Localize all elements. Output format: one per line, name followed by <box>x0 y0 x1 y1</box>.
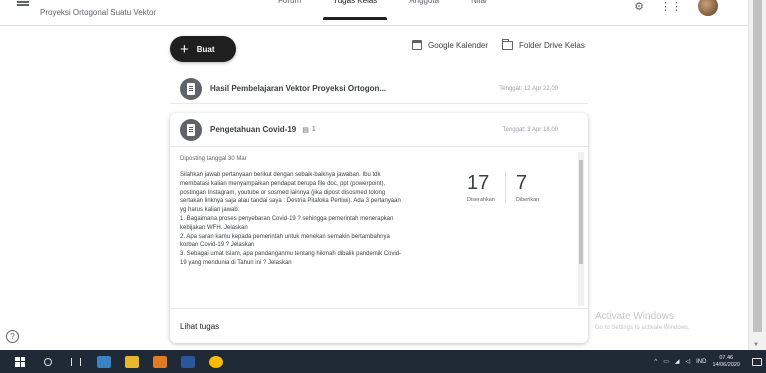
windows-logo-icon <box>15 356 25 367</box>
assigned-label: Diberikan <box>516 197 540 203</box>
turned-in-label: Diserahkan <box>467 197 495 203</box>
description-line: 3. Sebagai umat Islam, apa pandanganmu t… <box>180 251 402 258</box>
settings-icon[interactable]: ⚙ <box>634 0 644 13</box>
expanded-assignment-title: Pengetahuan Covid-19 <box>210 125 297 134</box>
system-tray: ^ ▭ ◢ ◁ IND 07.46 14/06/2020 <box>654 350 762 373</box>
assignment-item[interactable]: Hasil Pembelajaran Vektor Proyeksi Ortog… <box>170 74 588 104</box>
tab-forum[interactable]: Forum <box>262 0 317 20</box>
clock-date: 14/06/2020 <box>712 361 740 368</box>
description-line: korban Covid-19 ? Jelaskan <box>180 242 255 249</box>
tab-grades[interactable]: Nilai <box>455 0 503 20</box>
assignment-details: Diposting tanggal 30 Mar Silahkan jawab … <box>170 148 588 308</box>
top-navbar: Proyeksi Ortogonal Suatu Vektor Forum Tu… <box>0 0 748 26</box>
card-footer: Lihat tugas <box>170 308 588 343</box>
explorer-app-icon[interactable] <box>124 354 140 370</box>
description-line: yg harus kalian jawab: <box>180 207 240 214</box>
activate-windows-watermark: Activate Windows Go to Settings to activ… <box>595 311 690 331</box>
input-language[interactable]: IND <box>696 359 706 365</box>
description-line: postingan Instagram, youtube or sosmed l… <box>180 189 386 196</box>
expanded-assignment-due-date: Tenggat: 3 Apr 18.00 <box>502 126 558 133</box>
turned-in-count: 17 <box>467 172 490 194</box>
view-assignment-link[interactable]: Lihat tugas <box>180 322 219 331</box>
assignment-icon <box>180 77 202 100</box>
folder-icon <box>501 38 514 50</box>
notification-icon[interactable] <box>752 357 762 366</box>
plus-icon: + <box>180 40 189 58</box>
watermark-subtitle: Go to Settings to activate Windows. <box>595 325 690 331</box>
battery-icon[interactable]: ▭ <box>663 358 669 365</box>
clock-time: 07.46 <box>719 354 734 361</box>
assignment-due-date: Tenggat: 12 Apr 22.00 <box>499 85 558 92</box>
page-scrollbar[interactable]: ▼ <box>748 0 766 350</box>
menu-icon[interactable] <box>17 0 29 6</box>
help-icon[interactable]: ? <box>6 330 19 343</box>
description-line: Silahkan jawab pertanyaan berikut dengan… <box>180 172 381 178</box>
app-icon-orange[interactable] <box>152 354 168 370</box>
tab-bar: Forum Tugas Kelas Anggota Nilai <box>262 0 503 20</box>
clock[interactable]: 07.46 14/06/2020 <box>712 355 740 369</box>
description-line: kebijakan WFH. Jelaskan <box>180 224 248 231</box>
tray-chevron-icon[interactable]: ^ <box>654 359 657 365</box>
volume-icon[interactable]: ◁ <box>686 358 691 365</box>
store-app-icon[interactable] <box>96 354 112 370</box>
expanded-assignment-card: Pengetahuan Covid-19 ▤ 1 Tenggat: 3 Apr … <box>170 113 588 343</box>
comment-icon: ▤ <box>302 126 309 134</box>
windows-taskbar: ^ ▭ ◢ ◁ IND 07.46 14/06/2020 <box>0 350 766 373</box>
assignment-title: Hasil Pembelajaran Vektor Proyeksi Ortog… <box>210 84 387 93</box>
google-calendar-label: Google Kalender <box>428 40 489 50</box>
tab-classwork[interactable]: Tugas Kelas <box>317 0 393 20</box>
header-actions: ⚙ ⋮⋮ <box>634 0 718 16</box>
tab-members[interactable]: Anggota <box>393 0 455 20</box>
drive-folder-label: Folder Drive Kelas <box>519 40 585 50</box>
page-scrollbar-thumb[interactable] <box>753 0 762 332</box>
description-scrollbar[interactable] <box>578 152 584 306</box>
search-icon[interactable] <box>40 354 56 370</box>
assigned-stat[interactable]: 7 Diberikan <box>505 172 553 203</box>
calendar-icon <box>412 40 422 50</box>
turned-in-stat[interactable]: 17 Diserahkan <box>457 172 505 203</box>
google-calendar-link[interactable]: Google Kalender <box>412 40 488 50</box>
task-view-icon[interactable] <box>68 354 84 370</box>
watermark-title: Activate Windows <box>595 311 674 322</box>
description-line: membatasi kalian menyampaikan pendapat b… <box>180 180 386 187</box>
wifi-icon[interactable]: ◢ <box>675 358 680 365</box>
start-button[interactable] <box>12 354 28 370</box>
assignment-description: Silahkan jawab pertanyaan berikut dengan… <box>180 171 455 268</box>
class-links: Google Kalender Folder Drive Kelas <box>412 38 585 50</box>
classroom-window: Proyeksi Ortogonal Suatu Vektor Forum Tu… <box>0 0 766 373</box>
drive-folder-link[interactable]: Folder Drive Kelas <box>501 38 585 50</box>
description-line: 2. Apa saran kamu kepada pemerintah untu… <box>180 233 390 240</box>
apps-grid-icon[interactable]: ⋮⋮ <box>660 0 682 13</box>
description-line: 19 yang mendunia di Tahun ini ? Jelaskan <box>180 259 292 266</box>
chrome-app-icon[interactable] <box>208 354 224 370</box>
create-button-label: Buat <box>196 44 215 54</box>
word-app-icon[interactable] <box>180 354 196 370</box>
assignment-icon <box>180 118 202 141</box>
comment-count: 1 <box>311 126 316 133</box>
submission-stats: 17 Diserahkan 7 Diberikan <box>457 172 553 203</box>
description-scrollbar-thumb[interactable] <box>579 160 583 264</box>
description-line: sertakan linknya saja atau tandai saya :… <box>180 198 401 205</box>
posted-date: Diposting tanggal 30 Mar <box>180 156 247 162</box>
create-button[interactable]: + Buat <box>170 36 236 62</box>
expanded-assignment-header[interactable]: Pengetahuan Covid-19 ▤ 1 Tenggat: 3 Apr … <box>170 113 588 147</box>
description-line: 1. Bagaimana proses penyebaran Covid-19 … <box>180 215 394 222</box>
avatar[interactable] <box>698 0 718 16</box>
class-title[interactable]: Proyeksi Ortogonal Suatu Vektor <box>40 8 156 17</box>
assigned-count: 7 <box>516 172 528 194</box>
scroll-down-arrow-icon[interactable]: ▼ <box>753 342 759 348</box>
